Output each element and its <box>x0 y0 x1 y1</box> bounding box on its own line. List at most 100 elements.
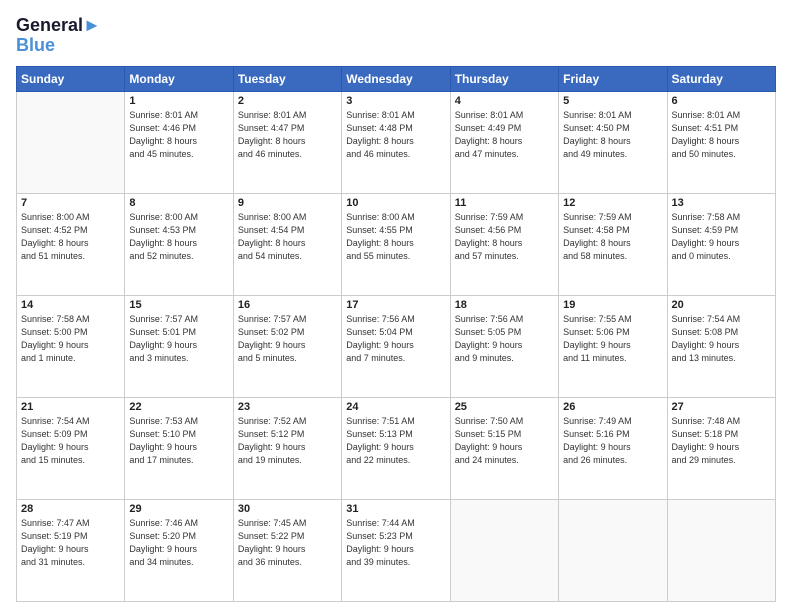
day-info: Sunrise: 7:53 AMSunset: 5:10 PMDaylight:… <box>129 415 228 467</box>
day-info: Sunrise: 7:57 AMSunset: 5:02 PMDaylight:… <box>238 313 337 365</box>
day-number: 4 <box>455 95 554 107</box>
day-number: 9 <box>238 197 337 209</box>
day-info: Sunrise: 8:00 AMSunset: 4:55 PMDaylight:… <box>346 211 445 263</box>
day-cell <box>667 499 775 601</box>
col-header-wednesday: Wednesday <box>342 66 450 91</box>
col-header-thursday: Thursday <box>450 66 558 91</box>
day-info: Sunrise: 7:54 AMSunset: 5:08 PMDaylight:… <box>672 313 771 365</box>
day-number: 28 <box>21 503 120 515</box>
day-cell: 10 Sunrise: 8:00 AMSunset: 4:55 PMDayligh… <box>342 193 450 295</box>
day-number: 24 <box>346 401 445 413</box>
calendar-header-row: SundayMondayTuesdayWednesdayThursdayFrid… <box>17 66 776 91</box>
day-cell: 13 Sunrise: 7:58 AMSunset: 4:59 PMDayligh… <box>667 193 775 295</box>
day-cell: 26Sunrise: 7:49 AMSunset: 5:16 PMDayligh… <box>559 397 667 499</box>
day-number: 12 <box>563 197 662 209</box>
day-cell: 23 Sunrise: 7:52 AMSunset: 5:12 PMDayligh… <box>233 397 341 499</box>
calendar-table: SundayMondayTuesdayWednesdayThursdayFrid… <box>16 66 776 602</box>
day-info: Sunrise: 8:01 AMSunset: 4:50 PMDaylight:… <box>563 109 662 161</box>
day-number: 30 <box>238 503 337 515</box>
day-info: Sunrise: 7:59 AMSunset: 4:58 PMDaylight:… <box>563 211 662 263</box>
day-info: Sunrise: 8:01 AMSunset: 4:47 PMDaylight:… <box>238 109 337 161</box>
day-number: 25 <box>455 401 554 413</box>
day-cell: 25 Sunrise: 7:50 AMSunset: 5:15 PMDayligh… <box>450 397 558 499</box>
col-header-sunday: Sunday <box>17 66 125 91</box>
day-info: Sunrise: 7:48 AMSunset: 5:18 PMDaylight:… <box>672 415 771 467</box>
day-info: Sunrise: 7:58 AMSunset: 4:59 PMDaylight:… <box>672 211 771 263</box>
week-row-4: 28 Sunrise: 7:47 AMSunset: 5:19 PMDayligh… <box>17 499 776 601</box>
day-info: Sunrise: 7:56 AMSunset: 5:05 PMDaylight:… <box>455 313 554 365</box>
day-number: 14 <box>21 299 120 311</box>
day-number: 6 <box>672 95 771 107</box>
logo-text-block: General► Blue <box>16 16 101 56</box>
day-cell <box>450 499 558 601</box>
day-info: Sunrise: 7:54 AMSunset: 5:09 PMDaylight:… <box>21 415 120 467</box>
day-info: Sunrise: 7:47 AMSunset: 5:19 PMDaylight:… <box>21 517 120 569</box>
day-number: 29 <box>129 503 228 515</box>
day-info: Sunrise: 8:01 AMSunset: 4:51 PMDaylight:… <box>672 109 771 161</box>
day-cell <box>559 499 667 601</box>
day-cell: 2Sunrise: 8:01 AMSunset: 4:47 PMDaylight… <box>233 91 341 193</box>
day-number: 15 <box>129 299 228 311</box>
day-number: 17 <box>346 299 445 311</box>
day-cell: 3Sunrise: 8:01 AMSunset: 4:48 PMDaylight… <box>342 91 450 193</box>
week-row-1: 7Sunrise: 8:00 AMSunset: 4:52 PMDaylight… <box>17 193 776 295</box>
col-header-monday: Monday <box>125 66 233 91</box>
day-cell: 17 Sunrise: 7:56 AMSunset: 5:04 PMDayligh… <box>342 295 450 397</box>
day-cell <box>17 91 125 193</box>
day-cell: 31Sunrise: 7:44 AMSunset: 5:23 PMDayligh… <box>342 499 450 601</box>
day-cell: 20 Sunrise: 7:54 AMSunset: 5:08 PMDayligh… <box>667 295 775 397</box>
page: General► Blue SundayMondayTuesdayWednesd… <box>0 0 792 612</box>
day-cell: 7Sunrise: 8:00 AMSunset: 4:52 PMDaylight… <box>17 193 125 295</box>
day-cell: 9Sunrise: 8:00 AMSunset: 4:54 PMDaylight… <box>233 193 341 295</box>
day-number: 13 <box>672 197 771 209</box>
day-info: Sunrise: 7:58 AMSunset: 5:00 PMDaylight:… <box>21 313 120 365</box>
day-number: 8 <box>129 197 228 209</box>
day-number: 21 <box>21 401 120 413</box>
day-cell: 19Sunrise: 7:55 AMSunset: 5:06 PMDayligh… <box>559 295 667 397</box>
day-number: 20 <box>672 299 771 311</box>
day-info: Sunrise: 7:44 AMSunset: 5:23 PMDaylight:… <box>346 517 445 569</box>
day-cell: 4 Sunrise: 8:01 AMSunset: 4:49 PMDaylight… <box>450 91 558 193</box>
day-number: 19 <box>563 299 662 311</box>
day-info: Sunrise: 7:46 AMSunset: 5:20 PMDaylight:… <box>129 517 228 569</box>
logo-blue: Blue <box>16 36 101 56</box>
day-info: Sunrise: 8:00 AMSunset: 4:53 PMDaylight:… <box>129 211 228 263</box>
day-cell: 21 Sunrise: 7:54 AMSunset: 5:09 PMDayligh… <box>17 397 125 499</box>
day-info: Sunrise: 7:45 AMSunset: 5:22 PMDaylight:… <box>238 517 337 569</box>
day-info: Sunrise: 8:01 AMSunset: 4:49 PMDaylight:… <box>455 109 554 161</box>
header: General► Blue <box>16 16 776 56</box>
day-info: Sunrise: 7:59 AMSunset: 4:56 PMDaylight:… <box>455 211 554 263</box>
day-cell: 27 Sunrise: 7:48 AMSunset: 5:18 PMDayligh… <box>667 397 775 499</box>
day-number: 23 <box>238 401 337 413</box>
day-number: 1 <box>129 95 228 107</box>
day-cell: 11 Sunrise: 7:59 AMSunset: 4:56 PMDayligh… <box>450 193 558 295</box>
day-number: 5 <box>563 95 662 107</box>
day-cell: 29 Sunrise: 7:46 AMSunset: 5:20 PMDayligh… <box>125 499 233 601</box>
col-header-tuesday: Tuesday <box>233 66 341 91</box>
day-cell: 14 Sunrise: 7:58 AMSunset: 5:00 PMDayligh… <box>17 295 125 397</box>
day-info: Sunrise: 7:52 AMSunset: 5:12 PMDaylight:… <box>238 415 337 467</box>
day-number: 10 <box>346 197 445 209</box>
day-cell: 18Sunrise: 7:56 AMSunset: 5:05 PMDayligh… <box>450 295 558 397</box>
week-row-0: 1 Sunrise: 8:01 AMSunset: 4:46 PMDaylight… <box>17 91 776 193</box>
logo-general: General► <box>16 16 101 36</box>
day-info: Sunrise: 8:01 AMSunset: 4:46 PMDaylight:… <box>129 109 228 161</box>
day-cell: 30 Sunrise: 7:45 AMSunset: 5:22 PMDayligh… <box>233 499 341 601</box>
day-cell: 12 Sunrise: 7:59 AMSunset: 4:58 PMDayligh… <box>559 193 667 295</box>
day-number: 27 <box>672 401 771 413</box>
week-row-2: 14 Sunrise: 7:58 AMSunset: 5:00 PMDayligh… <box>17 295 776 397</box>
day-cell: 15Sunrise: 7:57 AMSunset: 5:01 PMDayligh… <box>125 295 233 397</box>
day-cell: 28 Sunrise: 7:47 AMSunset: 5:19 PMDayligh… <box>17 499 125 601</box>
day-info: Sunrise: 7:51 AMSunset: 5:13 PMDaylight:… <box>346 415 445 467</box>
day-cell: 8 Sunrise: 8:00 AMSunset: 4:53 PMDaylight… <box>125 193 233 295</box>
day-cell: 16 Sunrise: 7:57 AMSunset: 5:02 PMDayligh… <box>233 295 341 397</box>
day-info: Sunrise: 7:56 AMSunset: 5:04 PMDaylight:… <box>346 313 445 365</box>
day-number: 11 <box>455 197 554 209</box>
day-number: 16 <box>238 299 337 311</box>
day-info: Sunrise: 7:50 AMSunset: 5:15 PMDaylight:… <box>455 415 554 467</box>
col-header-saturday: Saturday <box>667 66 775 91</box>
day-cell: 1 Sunrise: 8:01 AMSunset: 4:46 PMDaylight… <box>125 91 233 193</box>
day-number: 22 <box>129 401 228 413</box>
day-info: Sunrise: 8:00 AMSunset: 4:52 PMDaylight:… <box>21 211 120 263</box>
day-number: 26 <box>563 401 662 413</box>
